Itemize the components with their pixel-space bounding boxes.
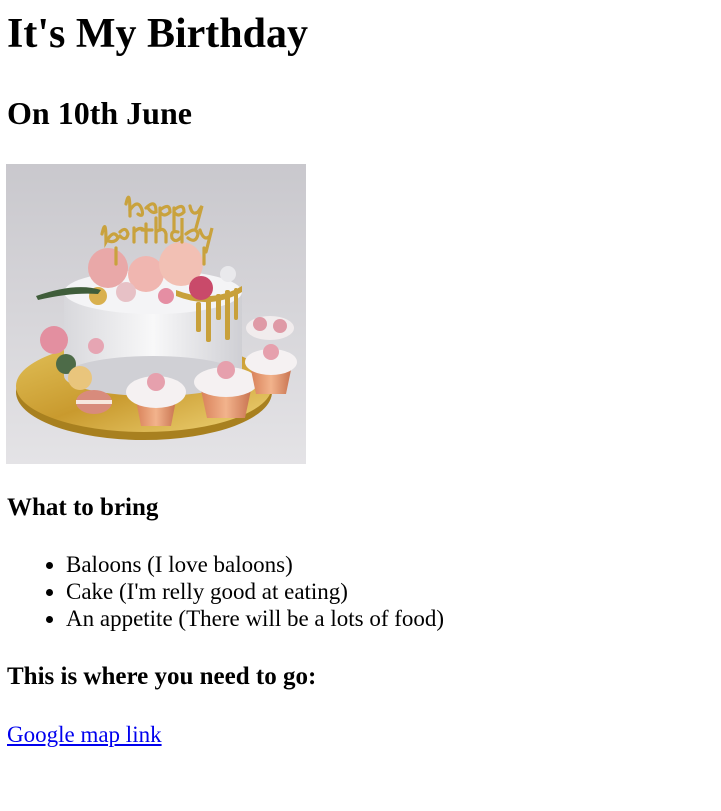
what-to-bring-heading: What to bring bbox=[7, 494, 159, 521]
bring-list: Baloons (I love baloons) Cake (I'm relly… bbox=[26, 551, 444, 632]
page-title: It's My Birthday bbox=[7, 11, 309, 57]
location-heading: This is where you need to go: bbox=[7, 663, 317, 690]
event-date-heading: On 10th June bbox=[7, 95, 192, 131]
list-item: Baloons (I love baloons) bbox=[66, 551, 444, 578]
birthday-cake-image bbox=[6, 164, 306, 464]
google-map-link[interactable]: Google map link bbox=[7, 720, 162, 750]
list-item: An appetite (There will be a lots of foo… bbox=[66, 605, 444, 632]
list-item: Cake (I'm relly good at eating) bbox=[66, 578, 444, 605]
